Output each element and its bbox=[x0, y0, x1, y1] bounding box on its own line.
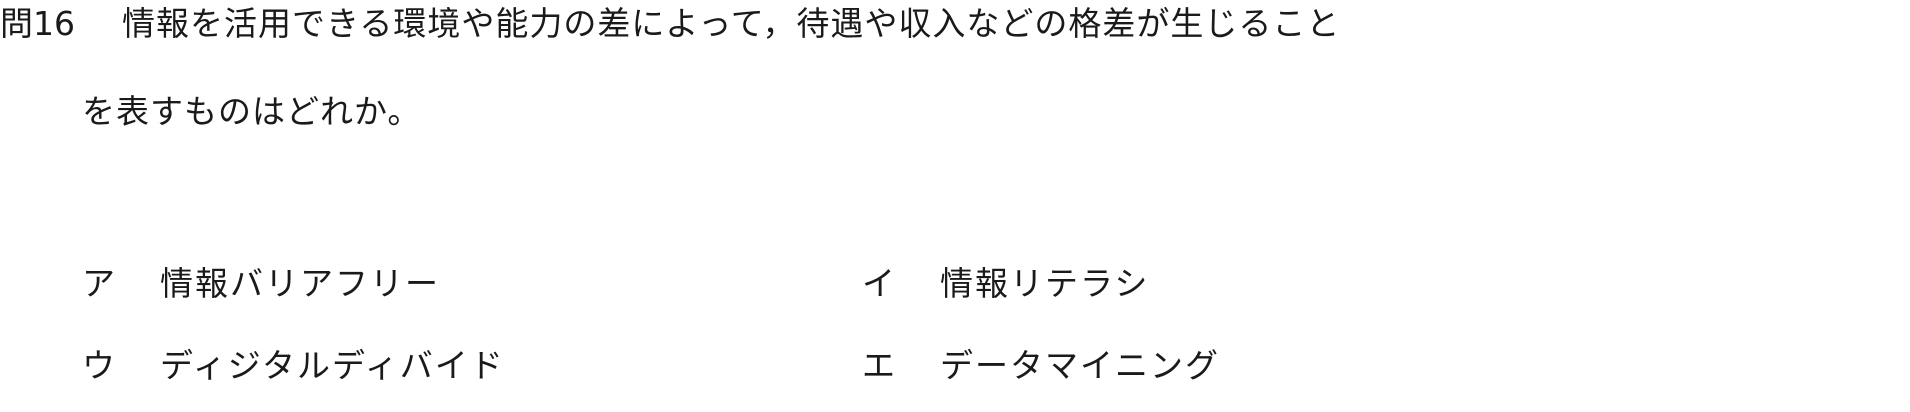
choice-e: エ データマイニング bbox=[862, 344, 1462, 388]
question-text-line-2: を表すものはどれか。 bbox=[82, 92, 422, 131]
choice-label: ウ bbox=[82, 346, 115, 385]
question-text-line-1: 情報を活用できる環境や能力の差によって，待遇や収入などの格差が生じること bbox=[122, 4, 1341, 43]
choice-a: ア 情報バリアフリー bbox=[82, 262, 682, 306]
choice-u: ウ ディジタルディバイド bbox=[82, 344, 682, 388]
choice-label: ア bbox=[82, 264, 115, 303]
choice-i: イ 情報リテラシ bbox=[862, 262, 1462, 306]
choice-text: ディジタルディバイド bbox=[160, 346, 505, 385]
question-number: 問16 bbox=[0, 4, 75, 43]
choice-text: データマイニング bbox=[940, 346, 1220, 385]
exam-question-page: 問16 情報を活用できる環境や能力の差によって，待遇や収入などの格差が生じること… bbox=[0, 0, 1910, 412]
choice-text: 情報バリアフリー bbox=[160, 264, 440, 303]
choice-label: イ bbox=[862, 264, 895, 303]
choice-text: 情報リテラシ bbox=[940, 264, 1150, 303]
choice-label: エ bbox=[862, 346, 895, 385]
